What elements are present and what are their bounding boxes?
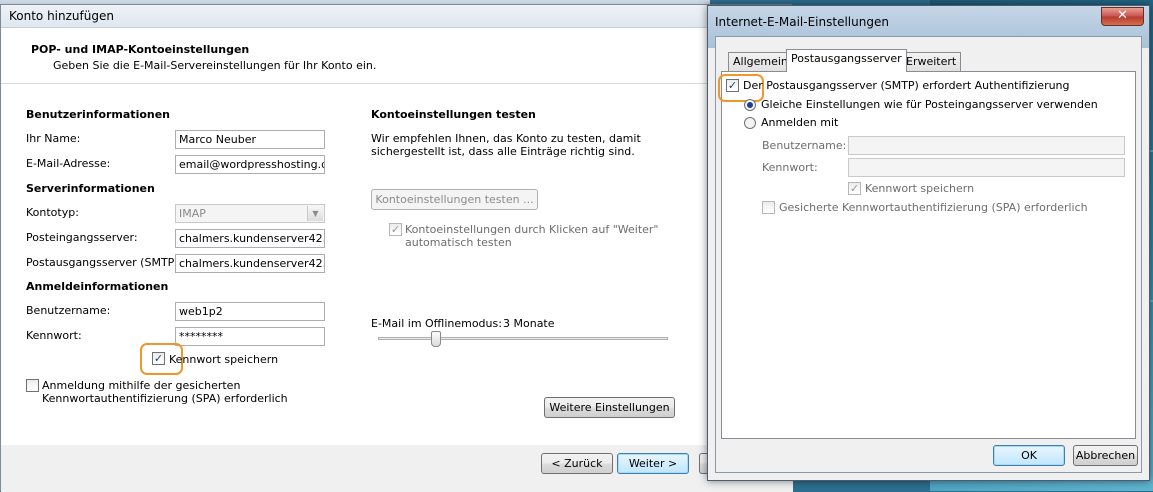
user-info-heading: Benutzerinformationen: [26, 108, 171, 121]
chevron-down-icon: ▼: [307, 206, 323, 221]
same-settings-radio[interactable]: [744, 99, 756, 111]
save-password-label: Kennwort speichern: [169, 353, 279, 366]
dialog-client-area: Allgemein Postausgangsserver Erweitert ✓…: [715, 36, 1142, 473]
header-area: POP- und IMAP-Kontoeinstellungen Geben S…: [9, 31, 785, 81]
dialog-spa-label: Gesicherte Kennwortauthentifizierung (SP…: [779, 201, 1088, 214]
email-label: E-Mail-Adresse:: [26, 157, 111, 170]
window-title: Konto hinzufügen: [9, 9, 114, 23]
email-input[interactable]: email@wordpresshosting.de: [175, 155, 325, 174]
offline-mode-label: E-Mail im Offlinemodus:: [371, 317, 502, 330]
account-type-select: IMAP ▼: [175, 204, 325, 223]
header-divider: [1, 83, 793, 84]
password-input[interactable]: ********: [175, 327, 325, 346]
name-input[interactable]: Marco Neuber: [175, 130, 325, 149]
outgoing-server-input[interactable]: chalmers.kundenserver42.de: [175, 254, 325, 273]
test-description-line1: Wir empfehlen Ihnen, das Konto zu testen…: [371, 132, 641, 145]
smtp-auth-label: Der Postausgangsserver (SMTP) erfordert …: [743, 79, 1070, 92]
smtp-auth-checkbox[interactable]: ✓: [726, 79, 739, 92]
next-button[interactable]: Weiter >: [617, 453, 689, 474]
page-subtitle: Geben Sie die E-Mail-Servereinstellungen…: [53, 59, 377, 72]
auto-test-label-line2: automatisch testen: [405, 236, 512, 249]
title-bar: Konto hinzufügen: [1, 5, 791, 28]
dialog-password-input[interactable]: [848, 158, 1125, 177]
outgoing-server-label: Postausgangsserver (SMTP):: [26, 256, 183, 269]
name-label: Ihr Name:: [26, 132, 81, 145]
dialog-save-password-checkbox[interactable]: ✓: [848, 182, 861, 195]
dialog-title: Internet-E-Mail-Einstellungen: [715, 15, 889, 29]
test-settings-heading: Kontoeinstellungen testen: [371, 108, 536, 121]
offline-slider-thumb[interactable]: [431, 331, 441, 347]
cancel-button[interactable]: Abbrechen: [1073, 445, 1138, 466]
save-password-checkbox[interactable]: ✓: [152, 352, 165, 365]
spa-label-line2: Kennwortauthentifizierung (SPA) erforder…: [42, 392, 288, 405]
username-input[interactable]: web1p2: [175, 302, 325, 321]
account-type-label: Kontotyp:: [26, 206, 79, 219]
more-settings-button[interactable]: Weitere Einstellungen: [544, 397, 675, 418]
dialog-username-label: Benutzername:: [762, 139, 847, 152]
incoming-server-label: Posteingangsserver:: [26, 231, 138, 244]
internet-email-settings-dialog: Internet-E-Mail-Einstellungen ✕ Allgemei…: [707, 5, 1150, 481]
server-info-heading: Serverinformationen: [26, 182, 155, 195]
same-settings-label: Gleiche Einstellungen wie für Posteingan…: [761, 98, 1098, 111]
dialog-username-input[interactable]: [848, 136, 1125, 155]
ok-button[interactable]: OK: [993, 445, 1065, 466]
incoming-server-input[interactable]: chalmers.kundenserver42.de: [175, 229, 325, 248]
button-bar: < Zurück Weiter >: [1, 445, 793, 492]
tab-postausgangsserver[interactable]: Postausgangsserver: [786, 49, 907, 72]
account-type-value: IMAP: [179, 207, 206, 220]
page-title: POP- und IMAP-Kontoeinstellungen: [31, 43, 250, 56]
dialog-save-password-label: Kennwort speichern: [865, 182, 975, 195]
login-info-heading: Anmeldeinformationen: [26, 280, 169, 293]
test-account-button[interactable]: Kontoeinstellungen testen ...: [371, 189, 538, 210]
dialog-password-label: Kennwort:: [762, 161, 818, 174]
tab-erweitert[interactable]: Erweitert: [901, 52, 962, 72]
auto-test-checkbox[interactable]: ✓: [389, 223, 402, 236]
tab-allgemein[interactable]: Allgemein: [728, 52, 793, 72]
password-label: Kennwort:: [26, 329, 82, 342]
back-button[interactable]: < Zurück: [541, 453, 613, 474]
offline-slider-track[interactable]: [378, 337, 668, 340]
add-account-window: Konto hinzufügen POP- und IMAP-Kontoeins…: [0, 4, 793, 492]
offline-mode-value: 3 Monate: [503, 317, 555, 330]
username-label: Benutzername:: [26, 304, 111, 317]
spa-checkbox[interactable]: [26, 379, 39, 392]
dialog-spa-checkbox[interactable]: [762, 201, 775, 214]
login-with-label: Anmelden mit: [761, 116, 839, 129]
auto-test-label-line1: Kontoeinstellungen durch Klicken auf "We…: [405, 223, 659, 236]
close-icon[interactable]: ✕: [1101, 7, 1144, 26]
spa-label-line1: Anmeldung mithilfe der gesicherten: [42, 379, 241, 392]
tab-panel-postausgangsserver: ✓ Der Postausgangsserver (SMTP) erforder…: [718, 71, 1136, 439]
login-with-radio[interactable]: [744, 117, 756, 129]
test-description-line2: sichergestellt ist, dass alle Einträge r…: [371, 145, 635, 158]
